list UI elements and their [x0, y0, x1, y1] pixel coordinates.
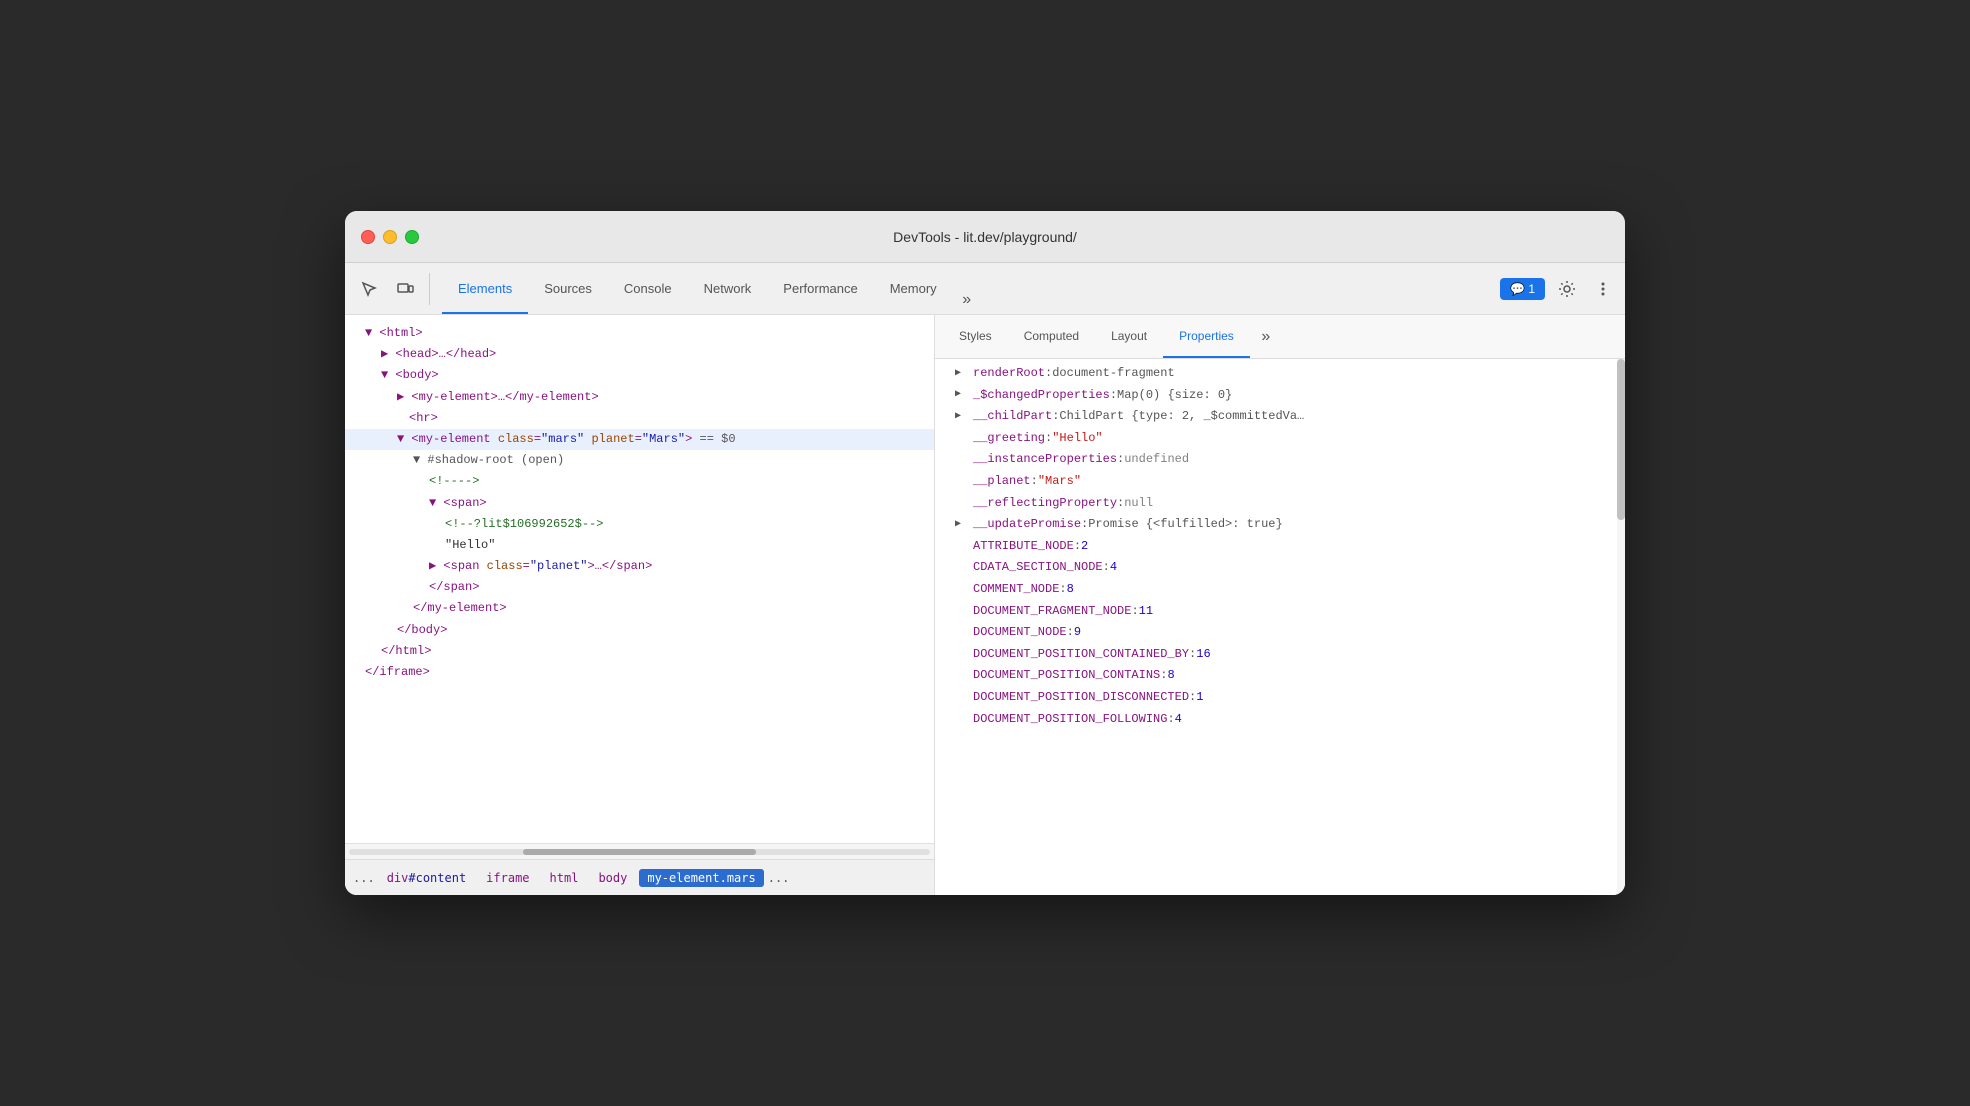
- prop-childPart[interactable]: ▶ __childPart: ChildPart {type: 2, _$com…: [935, 406, 1625, 428]
- titlebar: DevTools - lit.dev/playground/: [345, 211, 1625, 263]
- breadcrumb: ... div#content iframe html body my-elem…: [345, 859, 934, 895]
- toolbar-icons: [353, 273, 430, 305]
- inspect-element-button[interactable]: [353, 273, 385, 305]
- prop-DOCUMENT_FRAGMENT_NODE[interactable]: ▶ DOCUMENT_FRAGMENT_NODE: 11: [935, 601, 1625, 623]
- settings-button[interactable]: [1553, 275, 1581, 303]
- breadcrumb-div-content[interactable]: div#content: [379, 869, 474, 887]
- panel-tabs: Styles Computed Layout Properties »: [935, 315, 1625, 359]
- tab-performance[interactable]: Performance: [767, 263, 873, 314]
- prop-COMMENT_NODE[interactable]: ▶ COMMENT_NODE: 8: [935, 579, 1625, 601]
- expand-renderRoot[interactable]: ▶: [955, 365, 969, 383]
- prop-DOCUMENT_NODE[interactable]: ▶ DOCUMENT_NODE: 9: [935, 622, 1625, 644]
- panel-tab-computed[interactable]: Computed: [1008, 315, 1095, 358]
- tab-console[interactable]: Console: [608, 263, 688, 314]
- tree-row-head[interactable]: ▶ <head>…</head>: [345, 344, 934, 365]
- main-content: ▼ <html> ▶ <head>…</head> ▼ <body> ▶ <my…: [345, 315, 1625, 895]
- devtools-container: Elements Sources Console Network Perform…: [345, 263, 1625, 895]
- panel-tabs-more[interactable]: »: [1254, 325, 1278, 349]
- tab-network[interactable]: Network: [688, 263, 768, 314]
- scrollbar-thumb: [523, 849, 755, 855]
- tree-row-hr[interactable]: <hr>: [345, 408, 934, 429]
- prop-updatePromise[interactable]: ▶ __updatePromise: Promise {<fulfilled>:…: [935, 514, 1625, 536]
- vertical-scrollbar[interactable]: [1617, 359, 1625, 895]
- devtools-window: DevTools - lit.dev/playground/: [345, 211, 1625, 895]
- tree-row-my-element-1[interactable]: ▶ <my-element>…</my-element>: [345, 387, 934, 408]
- tree-row-close-span[interactable]: </span>: [345, 577, 934, 598]
- prop-DOCUMENT_POSITION_CONTAINS[interactable]: ▶ DOCUMENT_POSITION_CONTAINS: 8: [935, 665, 1625, 687]
- breadcrumb-more-left[interactable]: ...: [353, 871, 375, 885]
- panel-tab-styles[interactable]: Styles: [943, 315, 1008, 358]
- tree-row-html[interactable]: ▼ <html>: [345, 323, 934, 344]
- main-tabs: Elements Sources Console Network Perform…: [438, 263, 1500, 314]
- tree-row-hello-text[interactable]: "Hello": [345, 535, 934, 556]
- tree-row-close-body[interactable]: </body>: [345, 620, 934, 641]
- close-button[interactable]: [361, 230, 375, 244]
- breadcrumb-html[interactable]: html: [542, 869, 587, 887]
- tab-elements[interactable]: Elements: [442, 263, 528, 314]
- tab-sources[interactable]: Sources: [528, 263, 608, 314]
- breadcrumb-my-element[interactable]: my-element.mars: [639, 869, 763, 887]
- prop-instanceProperties[interactable]: ▶ __instanceProperties: undefined: [935, 449, 1625, 471]
- properties-panel: Styles Computed Layout Properties »: [935, 315, 1625, 895]
- panel-tab-properties[interactable]: Properties: [1163, 315, 1250, 358]
- tree-row-my-element-selected[interactable]: ▼ <my-element class="mars" planet="Mars"…: [345, 429, 934, 450]
- tree-row-shadow-root[interactable]: ▼ #shadow-root (open): [345, 450, 934, 471]
- prop-planet[interactable]: ▶ __planet: "Mars": [935, 471, 1625, 493]
- window-title: DevTools - lit.dev/playground/: [893, 229, 1077, 245]
- prop-greeting[interactable]: ▶ __greeting: "Hello": [935, 428, 1625, 450]
- prop-reflectingProperty[interactable]: ▶ __reflectingProperty: null: [935, 493, 1625, 515]
- traffic-lights: [361, 230, 419, 244]
- tab-memory[interactable]: Memory: [874, 263, 953, 314]
- tree-row-close-html[interactable]: </html>: [345, 641, 934, 662]
- more-tabs-button[interactable]: »: [953, 286, 981, 314]
- prop-DOCUMENT_POSITION_FOLLOWING[interactable]: ▶ DOCUMENT_POSITION_FOLLOWING: 4: [935, 709, 1625, 731]
- tree-row-close-iframe[interactable]: </iframe>: [345, 662, 934, 683]
- prop-changedProperties[interactable]: ▶ _$changedProperties: Map(0) {size: 0}: [935, 385, 1625, 407]
- prop-ATTRIBUTE_NODE[interactable]: ▶ ATTRIBUTE_NODE: 2: [935, 536, 1625, 558]
- elements-tree[interactable]: ▼ <html> ▶ <head>…</head> ▼ <body> ▶ <my…: [345, 315, 934, 843]
- maximize-button[interactable]: [405, 230, 419, 244]
- breadcrumb-more-right[interactable]: ...: [768, 871, 790, 885]
- prop-renderRoot[interactable]: ▶ renderRoot: document-fragment: [935, 363, 1625, 385]
- toolbar-right: 💬 1: [1500, 275, 1617, 303]
- device-toolbar-button[interactable]: [389, 273, 421, 305]
- prop-DOCUMENT_POSITION_DISCONNECTED[interactable]: ▶ DOCUMENT_POSITION_DISCONNECTED: 1: [935, 687, 1625, 709]
- expand-changedProperties[interactable]: ▶: [955, 386, 969, 404]
- minimize-button[interactable]: [383, 230, 397, 244]
- tree-row-span-planet[interactable]: ▶ <span class="planet">…</span>: [345, 556, 934, 577]
- horizontal-scrollbar[interactable]: [345, 843, 934, 859]
- elements-panel: ▼ <html> ▶ <head>…</head> ▼ <body> ▶ <my…: [345, 315, 935, 895]
- properties-content[interactable]: ▶ renderRoot: document-fragment ▶ _$chan…: [935, 359, 1625, 895]
- more-options-button[interactable]: [1589, 275, 1617, 303]
- scrollbar-track: [349, 849, 930, 855]
- breadcrumb-body[interactable]: body: [590, 869, 635, 887]
- tree-row-lit-comment[interactable]: <!--?lit$106992652$-->: [345, 514, 934, 535]
- panel-tab-layout[interactable]: Layout: [1095, 315, 1163, 358]
- breadcrumb-iframe[interactable]: iframe: [478, 869, 537, 887]
- notification-button[interactable]: 💬 1: [1500, 278, 1545, 300]
- prop-DOCUMENT_POSITION_CONTAINED_BY[interactable]: ▶ DOCUMENT_POSITION_CONTAINED_BY: 16: [935, 644, 1625, 666]
- tree-row-span-1[interactable]: ▼ <span>: [345, 493, 934, 514]
- expand-updatePromise[interactable]: ▶: [955, 516, 969, 534]
- tree-row-comment-1[interactable]: <!---->: [345, 471, 934, 492]
- tree-row-body[interactable]: ▼ <body>: [345, 365, 934, 386]
- expand-childPart[interactable]: ▶: [955, 408, 969, 426]
- scrollbar-thumb-right: [1617, 359, 1625, 520]
- toolbar: Elements Sources Console Network Perform…: [345, 263, 1625, 315]
- tree-row-close-my-element[interactable]: </my-element>: [345, 598, 934, 619]
- prop-CDATA_SECTION_NODE[interactable]: ▶ CDATA_SECTION_NODE: 4: [935, 557, 1625, 579]
